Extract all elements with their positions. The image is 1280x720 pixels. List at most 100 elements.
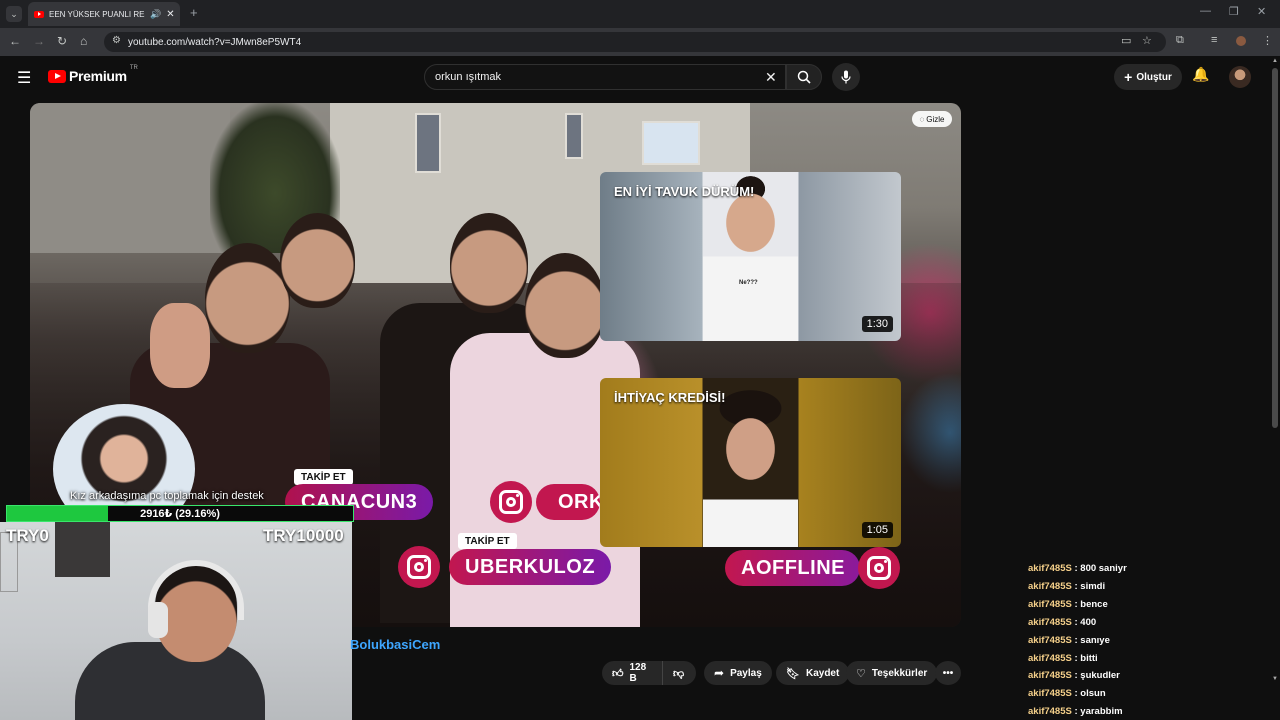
chat-text: : simdi — [1071, 580, 1106, 592]
waving-hand — [150, 303, 210, 388]
profile-icon[interactable] — [1236, 36, 1246, 46]
notifications-bell-icon[interactable]: 🔔 — [1192, 66, 1209, 83]
voice-search-button[interactable] — [832, 63, 860, 91]
person-head — [450, 213, 528, 313]
youtube-favicon-icon — [34, 10, 44, 18]
close-window-icon[interactable]: ✕ — [1257, 5, 1266, 18]
extensions-icon[interactable]: ⧉ — [1176, 34, 1184, 47]
microphone-icon — [841, 70, 851, 84]
hamburger-menu-icon[interactable]: ☰ — [17, 68, 31, 88]
home-icon[interactable]: ⌂ — [80, 34, 87, 48]
like-count: 128 B — [629, 662, 647, 684]
reload-icon[interactable]: ↻ — [57, 34, 67, 48]
donation-progress-bar: 2916₺ (29.16%) — [6, 505, 354, 522]
tab-search-button[interactable]: ⌄ — [6, 6, 22, 22]
maximize-icon[interactable]: ❐ — [1229, 5, 1239, 18]
browser-tab[interactable]: EEN YÜKSEK PUANLI RESTORAN 🔊 ✕ — [28, 2, 180, 26]
speaker-icon[interactable]: 🔊 — [150, 9, 161, 20]
bookmark-icon: 🔖︎ — [786, 667, 800, 680]
card-duration: 1:30 — [861, 316, 893, 332]
eye-off-icon: ◌ — [919, 114, 925, 124]
back-icon[interactable]: ← — [9, 34, 21, 48]
chat-message: akif7485S : olsun — [1028, 688, 1106, 699]
chat-username: akif7485S — [1028, 670, 1072, 682]
social-handle: UBERKULOZ — [465, 555, 596, 578]
thanks-button[interactable]: ♡ Teşekkürler — [846, 661, 938, 685]
bookmark-star-icon[interactable]: ☆ — [1142, 34, 1152, 47]
hide-cards-button[interactable]: ◌ Gizle — [912, 111, 952, 127]
chat-text: : 800 saniyr — [1071, 563, 1127, 574]
share-icon: ➦ — [714, 666, 725, 680]
thumbs-down-icon: 👎︎ — [673, 667, 685, 680]
chat-text: : 400 — [1071, 616, 1097, 628]
cast-icon[interactable]: ▭ — [1121, 34, 1131, 47]
more-actions-button[interactable]: ••• — [935, 661, 961, 685]
share-label: Paylaş — [730, 667, 762, 679]
scrollbar-thumb[interactable] — [1272, 68, 1278, 428]
plus-icon: + — [1124, 69, 1133, 85]
share-button[interactable]: ➦ Paylaş — [704, 661, 772, 685]
thumbs-up-icon: 👍︎ — [612, 667, 624, 680]
account-avatar[interactable] — [1229, 66, 1251, 88]
site-settings-icon[interactable]: ⚙ — [112, 35, 121, 46]
video-card[interactable]: İHTİYAÇ KREDİSİ! 1:05 — [600, 378, 901, 547]
dislike-button[interactable]: 👎︎ — [662, 661, 696, 685]
chat-text: : bence — [1071, 598, 1108, 610]
channel-name-link[interactable]: BolukbasiCem — [350, 637, 440, 652]
chat-text: : bitti — [1071, 652, 1098, 664]
close-tab-icon[interactable]: ✕ — [166, 9, 174, 20]
chat-message: akif7485S : yarabbim — [1028, 706, 1123, 717]
chat-message: akif7485S : 800 saniyr — [1028, 563, 1127, 574]
follow-badge: TAKİP ET — [294, 469, 353, 485]
garage-door — [30, 103, 230, 253]
minimize-icon[interactable]: — — [1200, 5, 1211, 17]
chat-username: akif7485S — [1028, 688, 1072, 700]
card-title: İHTİYAÇ KREDİSİ! — [614, 390, 726, 405]
address-bar[interactable]: ⚙ youtube.com/watch?v=JMwn8eP5WT4 — [104, 32, 1166, 52]
menu-dots-icon[interactable]: ⋮ — [1262, 34, 1273, 47]
chat-message: akif7485S : 400 — [1028, 617, 1096, 628]
goal-max-label: TRY10000 — [263, 526, 344, 545]
social-handle-pill[interactable]: AOFFLINE — [725, 550, 860, 586]
browser-tab-bar: ⌄ EEN YÜKSEK PUANLI RESTORAN 🔊 ✕ + — ❐ ✕ — [0, 0, 1280, 28]
chat-message: akif7485S : şukudler — [1028, 670, 1120, 681]
clear-search-icon[interactable]: ✕ — [765, 69, 777, 86]
instagram-icon — [398, 546, 440, 588]
youtube-premium-logo[interactable]: Premium TR — [48, 65, 138, 84]
scroll-up-icon[interactable]: ▲ — [1272, 58, 1278, 64]
region-code: TR — [129, 65, 138, 71]
social-handle: AOFFLINE — [741, 556, 845, 579]
search-input[interactable]: orkun ışıtmak ✕ — [424, 64, 786, 90]
scroll-down-icon[interactable]: ▼ — [1272, 676, 1278, 682]
create-button[interactable]: + Oluştur — [1114, 64, 1182, 90]
save-button[interactable]: 🔖︎ Kaydet — [776, 661, 850, 685]
media-controls-icon[interactable]: ≡ — [1211, 34, 1217, 46]
card-title: EN İYİ TAVUK DÜRÜM! — [614, 184, 755, 199]
chat-text: : sanıye — [1071, 634, 1110, 646]
forward-icon[interactable]: → — [33, 34, 45, 48]
create-label: Oluştur — [1136, 71, 1172, 83]
chat-message: akif7485S : bence — [1028, 599, 1108, 610]
chat-text: : şukudler — [1071, 670, 1120, 682]
logo-text: Premium — [69, 68, 127, 84]
social-handle-pill[interactable]: ORK — [536, 484, 600, 520]
chat-username: akif7485S — [1028, 706, 1072, 718]
new-tab-icon[interactable]: + — [190, 5, 198, 20]
search-button[interactable] — [786, 64, 822, 90]
chat-username: akif7485S — [1028, 634, 1072, 646]
video-card[interactable]: Ne??? EN İYİ TAVUK DÜRÜM! 1:30 — [600, 172, 901, 341]
social-handle-pill[interactable]: UBERKULOZ — [449, 549, 612, 585]
youtube-logo-icon — [48, 69, 66, 83]
follow-badge: TAKİP ET — [458, 533, 517, 549]
thanks-label: Teşekkürler — [871, 667, 928, 679]
hide-label: Gizle — [926, 114, 945, 124]
search-value: orkun ışıtmak — [435, 71, 502, 83]
chat-message: akif7485S : simdi — [1028, 581, 1105, 592]
page-scrollbar[interactable]: ▲ ▼ — [1270, 58, 1280, 720]
chat-message: akif7485S : bitti — [1028, 653, 1098, 664]
shirt-text: Ne??? — [739, 280, 758, 286]
chat-username: akif7485S — [1028, 580, 1072, 592]
person-head — [205, 243, 290, 353]
like-button[interactable]: 👍︎ 128 B — [602, 661, 662, 685]
streamer-webcam — [0, 522, 352, 720]
